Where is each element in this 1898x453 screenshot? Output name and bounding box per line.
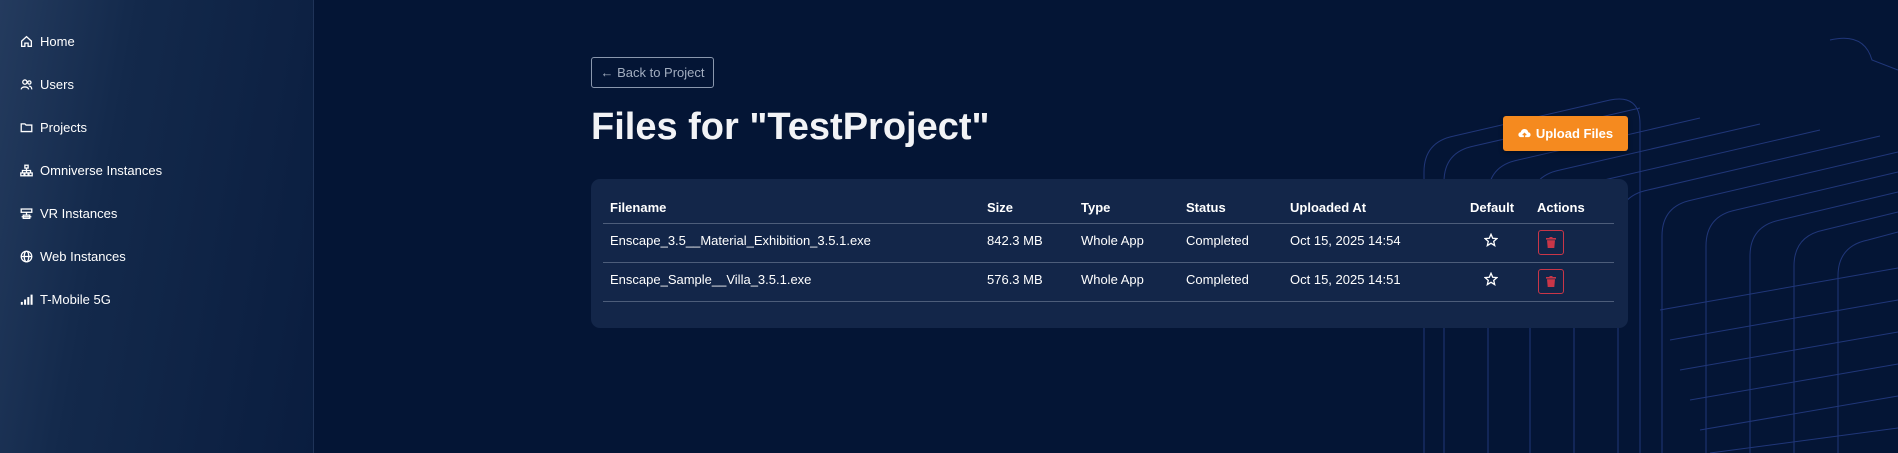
table-divider: [603, 262, 1614, 263]
sidebar-item-label: Projects: [40, 119, 87, 135]
sidebar-item-label: VR Instances: [40, 205, 118, 221]
cell-type: Whole App: [1081, 272, 1144, 287]
sidebar: Home Users Projects Omniverse Instances …: [0, 0, 314, 453]
globe-icon: [20, 250, 33, 262]
cell-uploaded-at: Oct 15, 2025 14:51: [1290, 272, 1401, 287]
cell-type: Whole App: [1081, 233, 1144, 248]
table-divider: [603, 301, 1614, 302]
back-button-label: ← Back to Project: [600, 65, 705, 80]
set-default-star-icon[interactable]: [1483, 271, 1499, 286]
sidebar-item-label: Web Instances: [40, 248, 126, 264]
table-divider: [603, 223, 1614, 224]
delete-file-button[interactable]: [1538, 269, 1564, 294]
folder-icon: [20, 122, 33, 132]
sidebar-item-label: Home: [40, 33, 75, 49]
cell-filename: Enscape_Sample__Villa_3.5.1.exe: [610, 272, 812, 287]
upload-files-button[interactable]: Upload Files: [1503, 116, 1628, 151]
trash-icon: [1546, 276, 1556, 287]
column-header-status: Status: [1186, 200, 1226, 215]
column-header-default: Default: [1470, 200, 1515, 215]
column-header-actions: Actions: [1537, 200, 1585, 215]
column-header-size: Size: [987, 200, 1014, 215]
upload-button-label: Upload Files: [1535, 126, 1614, 141]
delete-file-button[interactable]: [1538, 230, 1564, 255]
signal-icon: [20, 294, 33, 305]
sidebar-item-projects[interactable]: Projects: [20, 115, 87, 139]
cloud-upload-icon: [1518, 129, 1531, 139]
sidebar-item-users[interactable]: Users: [20, 72, 74, 96]
column-header-filename: Filename: [610, 200, 667, 215]
sidebar-item-home[interactable]: Home: [20, 29, 75, 53]
home-icon: [20, 35, 33, 47]
files-table: Filename Size Type Status Uploaded At De…: [591, 179, 1628, 328]
cell-status: Completed: [1186, 272, 1249, 287]
sidebar-item-t-mobile-5g[interactable]: T-Mobile 5G: [20, 287, 111, 311]
sidebar-item-label: Omniverse Instances: [40, 162, 163, 178]
page-title: Files for "TestProject": [591, 106, 990, 148]
cell-uploaded-at: Oct 15, 2025 14:54: [1290, 233, 1401, 248]
sidebar-item-vr-instances[interactable]: VR Instances: [20, 201, 117, 225]
users-icon: [20, 78, 33, 90]
back-to-project-button[interactable]: ← Back to Project: [591, 57, 714, 88]
cell-size: 842.3 MB: [987, 233, 1043, 248]
set-default-star-icon[interactable]: [1483, 232, 1499, 247]
cell-status: Completed: [1186, 233, 1249, 248]
sidebar-item-label: T-Mobile 5G: [40, 291, 111, 307]
network-icon: [20, 164, 33, 176]
sidebar-item-label: Users: [40, 76, 74, 92]
sidebar-item-omniverse-instances[interactable]: Omniverse Instances: [20, 158, 162, 182]
cell-filename: Enscape_3.5__Material_Exhibition_3.5.1.e…: [610, 233, 871, 248]
sidebar-item-web-instances[interactable]: Web Instances: [20, 244, 126, 268]
cell-size: 576.3 MB: [987, 272, 1043, 287]
server-icon: [20, 207, 33, 219]
column-header-uploaded-at: Uploaded At: [1290, 200, 1367, 215]
column-header-type: Type: [1081, 200, 1111, 215]
trash-icon: [1546, 237, 1556, 248]
